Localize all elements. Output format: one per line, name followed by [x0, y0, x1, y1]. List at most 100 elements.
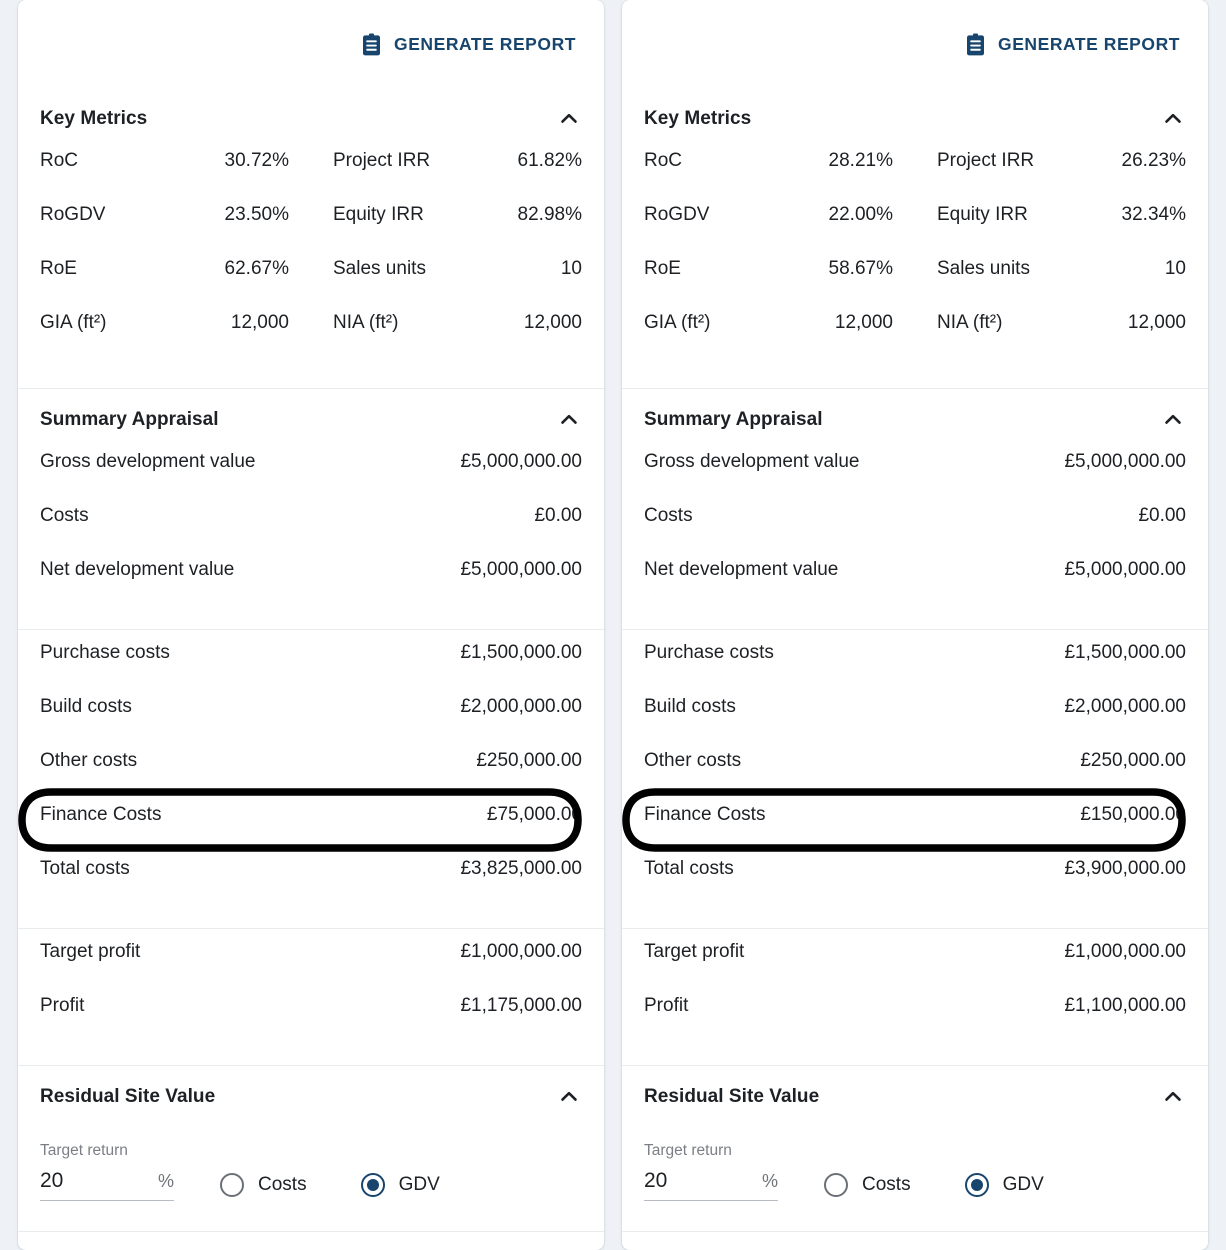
chevron-up-icon[interactable]	[1160, 106, 1186, 132]
row-value: £250,000.00	[1080, 750, 1186, 771]
row-value: £5,000,000.00	[1064, 451, 1186, 472]
row-value: £5,000,000.00	[460, 451, 582, 472]
residual-site-value-header[interactable]: Residual Site Value	[644, 1066, 1186, 1128]
metric-label: RoGDV	[40, 204, 106, 225]
summary-appraisal-header[interactable]: Summary Appraisal	[40, 389, 582, 451]
row-net-development-value: Net development value £5,000,000.00	[644, 559, 1186, 613]
appraisal-panel-left: GENERATE REPORT Key Metrics RoC 30.72% P…	[18, 0, 604, 1250]
row-label: Purchase costs	[644, 642, 774, 663]
row-label: Other costs	[644, 750, 742, 771]
row-build-costs: Build costs £2,000,000.00	[40, 696, 582, 750]
chevron-up-icon[interactable]	[1160, 407, 1186, 433]
row-other-costs: Other costs £250,000.00	[644, 750, 1186, 804]
radio-option-gdv[interactable]: GDV	[360, 1173, 440, 1201]
row-target-profit: Target profit £1,000,000.00	[644, 941, 1186, 995]
percent-suffix: %	[761, 1171, 778, 1191]
row-label: Purchase costs	[40, 642, 170, 663]
row-finance-costs: Finance Costs £75,000.00	[18, 788, 582, 858]
row-value: £3,900,000.00	[1064, 858, 1186, 879]
generate-report-button[interactable]: GENERATE REPORT	[356, 25, 582, 64]
row-label: Finance Costs	[644, 804, 766, 825]
row-value: £1,100,000.00	[1064, 995, 1186, 1016]
metric-sales-units: Sales units 10	[937, 258, 1186, 312]
metric-label: Sales units	[937, 258, 1030, 279]
row-label: Build costs	[644, 696, 736, 717]
row-finance-costs: Finance Costs £150,000.00	[622, 788, 1186, 858]
chevron-up-icon[interactable]	[556, 106, 582, 132]
metric-label: Project IRR	[333, 150, 431, 171]
metric-nia: NIA (ft²) 12,000	[937, 312, 1186, 366]
radio-option-costs[interactable]: Costs	[220, 1173, 307, 1201]
chevron-up-icon[interactable]	[1160, 1084, 1186, 1110]
clipboard-icon	[362, 33, 381, 56]
metric-rogdv: RoGDV 23.50%	[40, 204, 289, 258]
radio-circle-checked-icon[interactable]	[964, 1173, 989, 1197]
row-value: £0.00	[534, 505, 582, 526]
row-other-costs: Other costs £250,000.00	[40, 750, 582, 804]
key-metrics-header[interactable]: Key Metrics	[40, 88, 582, 150]
row-total-costs: Total costs £3,900,000.00	[644, 858, 1186, 912]
radio-circle-icon[interactable]	[824, 1173, 848, 1197]
row-label: Total costs	[40, 858, 130, 879]
target-return-field[interactable]: Target return 20 %	[40, 1142, 174, 1201]
row-label: Profit	[644, 995, 689, 1016]
row-value: £5,000,000.00	[460, 559, 582, 580]
metric-label: NIA (ft²)	[937, 312, 1003, 333]
metric-value: 26.23%	[1121, 150, 1186, 171]
row-net-development-value: Net development value £5,000,000.00	[40, 559, 582, 613]
row-build-costs: Build costs £2,000,000.00	[644, 696, 1186, 750]
metric-value: 23.50%	[224, 204, 289, 225]
metric-value: 61.82%	[517, 150, 582, 171]
metric-value: 12,000	[523, 312, 582, 333]
metric-gia: GIA (ft²) 12,000	[644, 312, 893, 366]
row-value: £150,000.00	[1080, 804, 1186, 825]
metric-value: 12,000	[1127, 312, 1186, 333]
target-return-input[interactable]: 20 %	[40, 1169, 174, 1201]
metric-label: NIA (ft²)	[333, 312, 399, 333]
metric-project-irr: Project IRR 26.23%	[937, 150, 1186, 204]
row-value: £5,000,000.00	[1064, 559, 1186, 580]
radio-option-costs[interactable]: Costs	[824, 1173, 911, 1201]
metric-label: GIA (ft²)	[644, 312, 711, 333]
chevron-up-icon[interactable]	[556, 407, 582, 433]
row-value: £2,000,000.00	[1064, 696, 1186, 717]
row-label: Costs	[40, 505, 89, 526]
appraisal-comparison-page: GENERATE REPORT Key Metrics RoC 30.72% P…	[0, 0, 1226, 1250]
summary-appraisal-section: Summary Appraisal Gross development valu…	[18, 388, 604, 1065]
metric-equity-irr: Equity IRR 32.34%	[937, 204, 1186, 258]
metric-label: Sales units	[333, 258, 426, 279]
metric-roc: RoC 30.72%	[40, 150, 289, 204]
residual-site-value-header[interactable]: Residual Site Value	[40, 1066, 582, 1128]
metric-equity-irr: Equity IRR 82.98%	[333, 204, 582, 258]
row-total-costs: Total costs £3,825,000.00	[40, 858, 582, 912]
row-label: Gross development value	[644, 451, 860, 472]
key-metrics-header[interactable]: Key Metrics	[644, 88, 1186, 150]
profit-rows: Target profit £1,000,000.00 Profit £1,17…	[40, 929, 582, 1065]
radio-circle-icon[interactable]	[220, 1173, 244, 1197]
row-value: £250,000.00	[476, 750, 582, 771]
residual-site-value-section: Residual Site Value Target return 20 % C…	[622, 1065, 1208, 1231]
row-label: Gross development value	[40, 451, 256, 472]
generate-report-button[interactable]: GENERATE REPORT	[960, 25, 1186, 64]
metric-nia: NIA (ft²) 12,000	[333, 312, 582, 366]
generate-report-label: GENERATE REPORT	[998, 33, 1180, 54]
radio-circle-checked-icon[interactable]	[360, 1173, 385, 1197]
metric-sales-units: Sales units 10	[333, 258, 582, 312]
row-value: £2,000,000.00	[460, 696, 582, 717]
metric-value: 12,000	[230, 312, 289, 333]
row-value: £1,500,000.00	[1064, 642, 1186, 663]
target-return-input[interactable]: 20 %	[644, 1169, 778, 1201]
row-label: Finance Costs	[40, 804, 162, 825]
target-return-value: 20	[40, 1169, 64, 1192]
metric-value: 12,000	[834, 312, 893, 333]
target-return-value: 20	[644, 1169, 668, 1192]
summary-appraisal-header[interactable]: Summary Appraisal	[644, 389, 1186, 451]
chevron-up-icon[interactable]	[556, 1084, 582, 1110]
target-return-field[interactable]: Target return 20 %	[644, 1142, 778, 1201]
radio-option-gdv[interactable]: GDV	[964, 1173, 1044, 1201]
metric-value: 62.67%	[224, 258, 289, 279]
key-metrics-section: Key Metrics RoC 28.21% Project IRR 26.23…	[622, 88, 1208, 388]
residual-site-value-title: Residual Site Value	[40, 1086, 216, 1107]
metric-rogdv: RoGDV 22.00%	[644, 204, 893, 258]
row-value: £1,000,000.00	[460, 941, 582, 962]
